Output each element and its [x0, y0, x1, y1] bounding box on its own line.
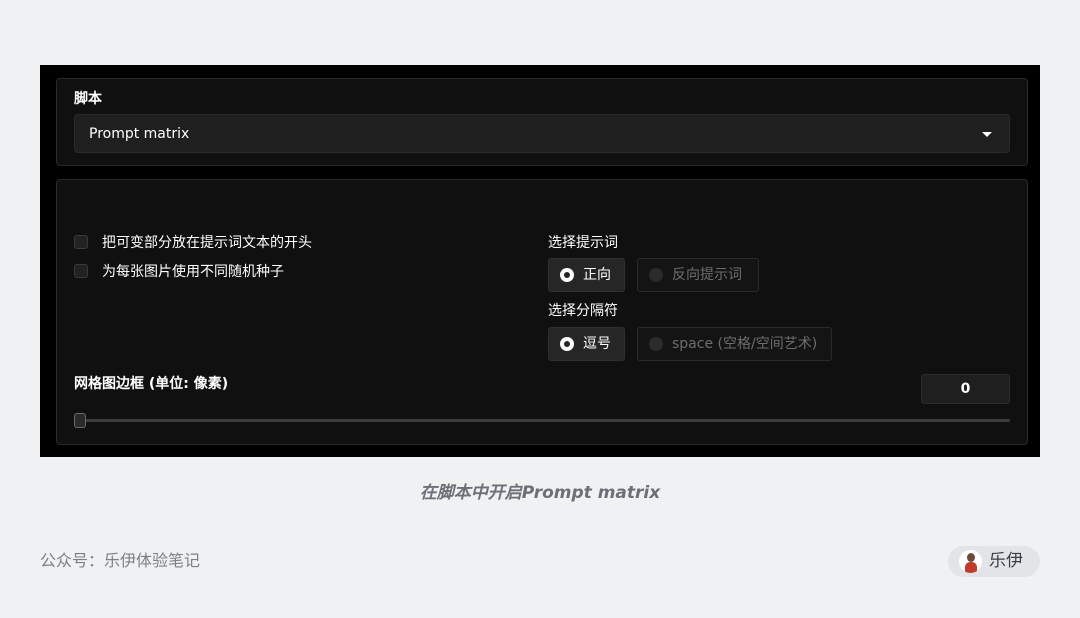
radio-negative[interactable]: 反向提示词 — [637, 258, 759, 292]
prompt-select-label: 选择提示词 — [548, 235, 618, 251]
radio-label-positive: 正向 — [583, 267, 611, 283]
grid-border-slider-thumb[interactable] — [74, 413, 86, 428]
radio-label-negative: 反向提示词 — [672, 267, 742, 283]
avatar — [959, 550, 982, 573]
radio-dot-selected — [560, 337, 574, 351]
wechat-account-label: 公众号：乐伊体验笔记 — [40, 551, 201, 570]
avatar-body — [965, 562, 977, 573]
radio-dot-unselected — [649, 268, 663, 282]
radio-label-space: space (空格/空间艺术) — [672, 336, 818, 352]
script-label: 脚本 — [74, 91, 102, 107]
script-dropdown[interactable]: Prompt matrix — [74, 114, 1010, 153]
grid-border-slider-track[interactable] — [75, 419, 1010, 422]
radio-positive[interactable]: 正向 — [548, 258, 625, 292]
radio-comma[interactable]: 逗号 — [548, 327, 625, 361]
checkbox-different-seeds[interactable] — [74, 264, 88, 278]
script-dropdown-value: Prompt matrix — [89, 126, 190, 142]
radio-space[interactable]: space (空格/空间艺术) — [637, 327, 832, 361]
checkbox-variable-start[interactable] — [74, 235, 88, 249]
caret-down-icon — [982, 132, 992, 137]
radio-dot-selected — [560, 268, 574, 282]
delimiter-select-label: 选择分隔符 — [548, 303, 618, 319]
prompt-matrix-options-panel: 把可变部分放在提示词文本的开头 为每张图片使用不同随机种子 选择提示词 正向 反… — [56, 179, 1028, 445]
radio-dot-unselected — [649, 337, 663, 351]
avatar-head — [967, 553, 975, 562]
page: 脚本 Prompt matrix 把可变部分放在提示词文本的开头 为每张图片使用… — [0, 0, 1080, 618]
script-panel: 脚本 Prompt matrix — [56, 78, 1028, 166]
grid-border-number-input[interactable]: 0 — [921, 374, 1010, 404]
radio-label-comma: 逗号 — [583, 336, 611, 352]
webui-screenshot: 脚本 Prompt matrix 把可变部分放在提示词文本的开头 为每张图片使用… — [40, 65, 1040, 457]
grid-border-label: 网格图边框 (单位: 像素) — [74, 376, 229, 392]
checkbox-label-different-seeds: 为每张图片使用不同随机种子 — [102, 264, 284, 280]
author-name: 乐伊 — [989, 551, 1023, 571]
checkbox-label-variable-start: 把可变部分放在提示词文本的开头 — [102, 235, 312, 251]
author-badge: 乐伊 — [948, 546, 1040, 577]
image-caption: 在脚本中开启Prompt matrix — [419, 483, 661, 503]
